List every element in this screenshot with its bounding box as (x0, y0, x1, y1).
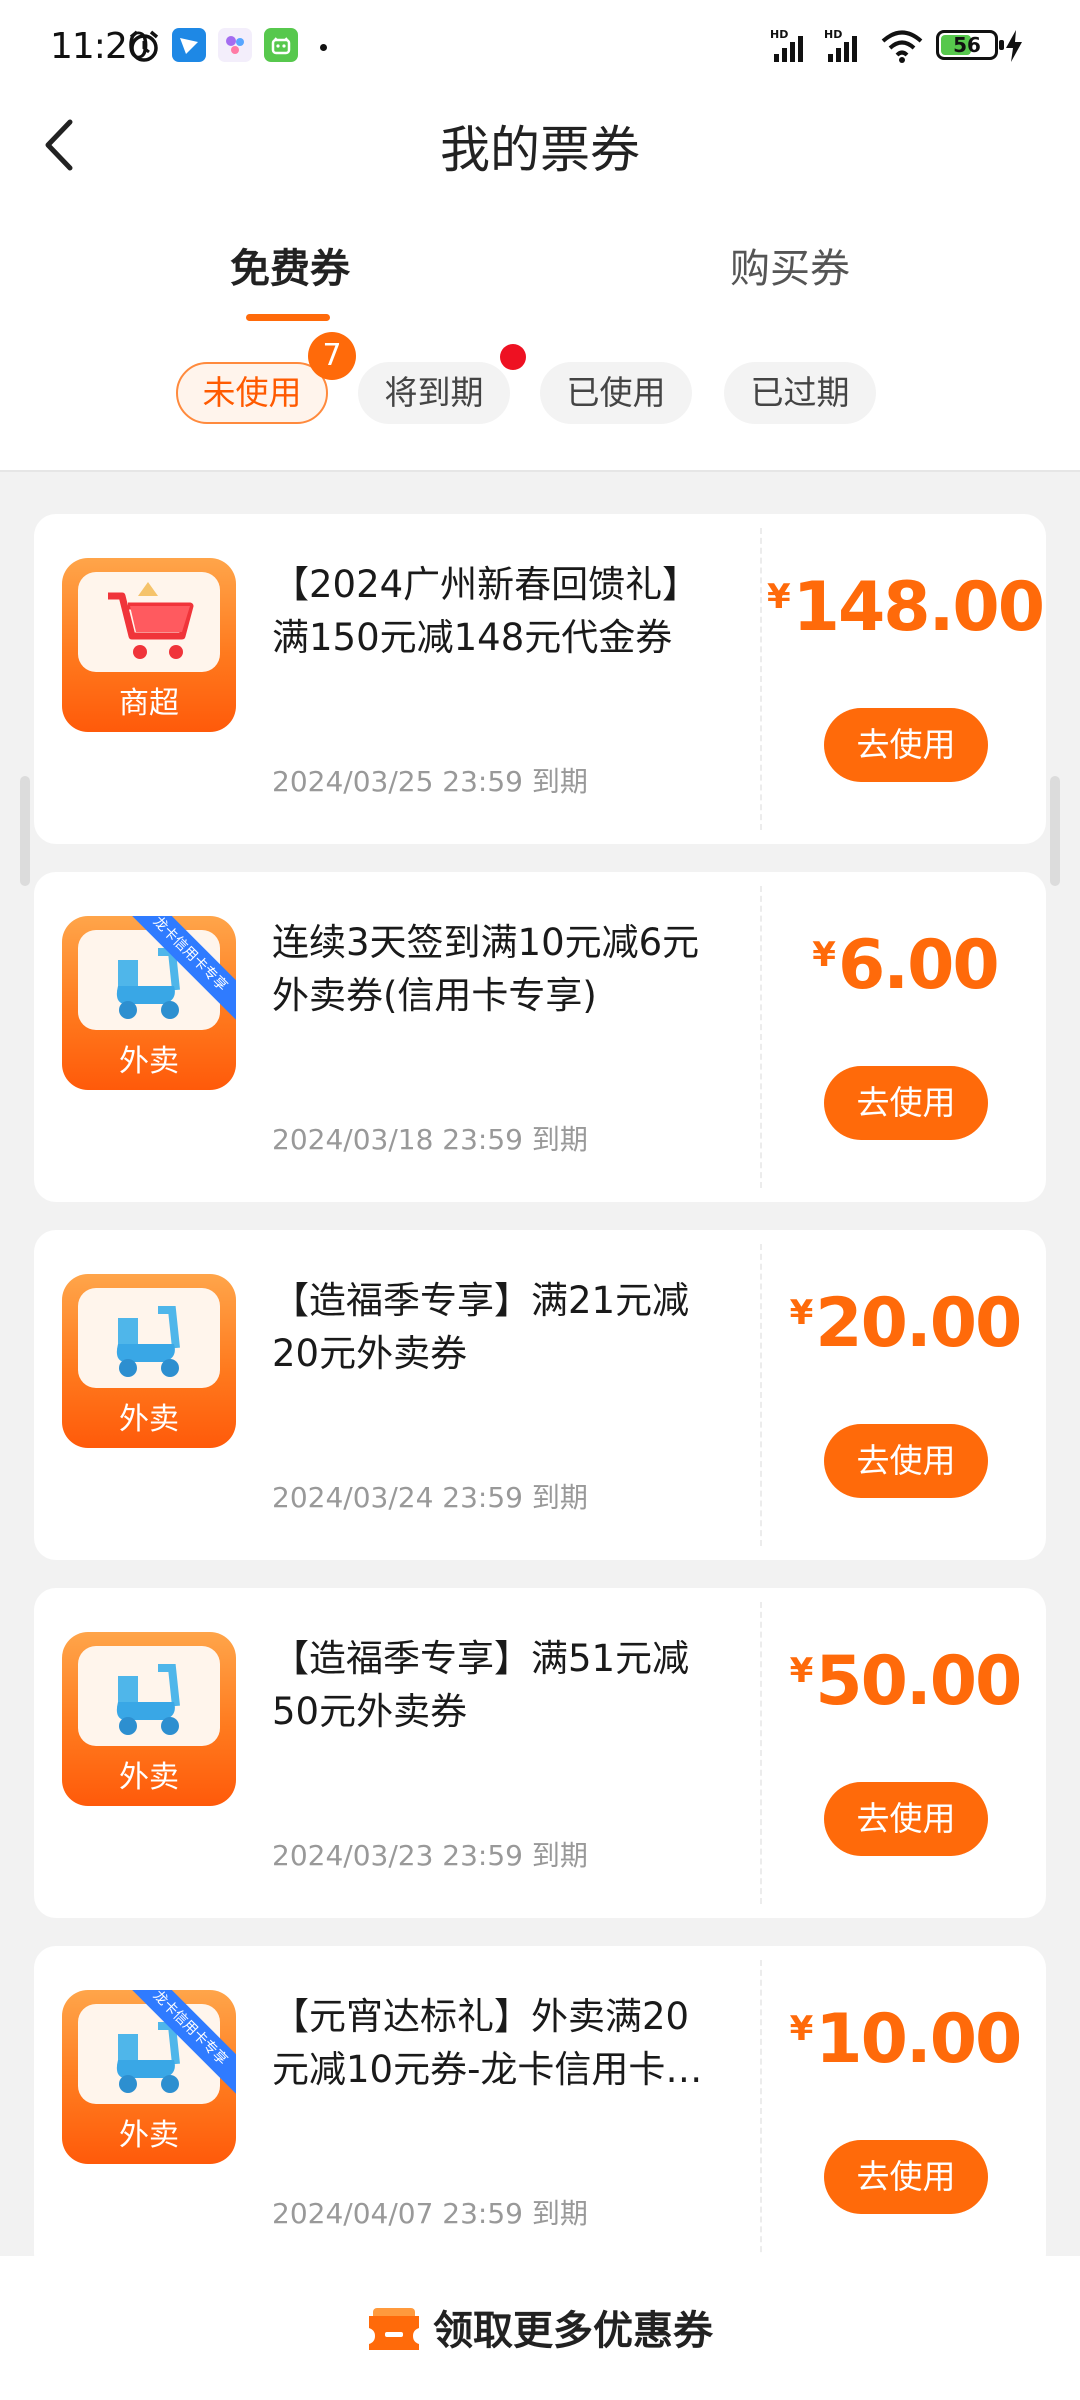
coupon-card[interactable]: 龙卡信用卡专享 外卖 连续3天签到满10元减6元 外卖券(信用卡专享) 2024… (34, 872, 1046, 1202)
filter-unused[interactable]: 未使用 (176, 362, 328, 424)
category-label: 商超 (119, 686, 179, 721)
header-area: 11:20 HD HD 56 我的票券 免费券 购买券 未使用 7 将到期 已使… (0, 0, 1080, 470)
use-coupon-button[interactable]: 去使用 (824, 2140, 988, 2214)
coupon-title-line2: 20元外卖券 (272, 1332, 468, 1375)
category-icon-delivery: 外卖 (62, 1632, 236, 1806)
category-icon-delivery: 龙卡信用卡专享 外卖 (62, 916, 236, 1090)
status-filter-bar: 未使用 7 将到期 已使用 已过期 (0, 332, 1080, 428)
coupon-card[interactable]: 外卖 【造福季专享】满51元减 50元外卖券 2024/03/23 23:59 … (34, 1588, 1046, 1918)
scooter-icon (116, 1664, 180, 1735)
page-title: 我的票券 (440, 121, 640, 179)
coupon-card[interactable]: 商超 【2024广州新春回馈礼】 满150元减148元代金券 2024/03/2… (34, 514, 1046, 844)
charging-icon (1006, 30, 1022, 62)
coupon-divider (760, 528, 762, 830)
coupon-title-line1: 【元宵达标礼】外卖满20 (272, 1995, 690, 2038)
battery-icon: 56 (936, 30, 1004, 60)
coupon-title-line2: 50元外卖券 (272, 1690, 468, 1733)
scooter-icon (116, 1306, 180, 1377)
category-icon-delivery: 外卖 (62, 1274, 236, 1448)
coupon-title: 【造福季专享】满21元减 20元外卖券 (272, 1274, 762, 1380)
category-label: 外卖 (119, 1044, 179, 1079)
header-divider (0, 470, 1080, 472)
coupon-title-line1: 连续3天签到满10元减6元 (272, 921, 700, 964)
currency-symbol: ¥ (812, 935, 836, 975)
amount-value: 148.00 (792, 568, 1045, 647)
cart-icon (108, 582, 194, 659)
filter-used[interactable]: 已使用 (540, 362, 692, 424)
assistant-app-icon (218, 28, 252, 62)
category-label: 外卖 (119, 1402, 179, 1437)
currency-symbol: ¥ (789, 1651, 814, 1691)
coupon-divider (760, 886, 762, 1188)
tab-purchased-coupons[interactable]: 购买券 (640, 236, 940, 294)
filter-expiring[interactable]: 将到期 (358, 362, 510, 424)
coupon-divider (760, 1602, 762, 1904)
coupon-card[interactable]: 龙卡信用卡专享 外卖 【元宵达标礼】外卖满20 元减10元券-龙卡信用卡… 20… (34, 1946, 1046, 2276)
category-label: 外卖 (119, 1760, 179, 1795)
coupon-expiry: 2024/03/24 23:59 到期 (272, 1481, 588, 1514)
nav-bar: 我的票券 (0, 96, 1080, 196)
coupon-amount: ¥50.00 (764, 1642, 1046, 1721)
right-edge-handle (1050, 776, 1060, 886)
amount-value: 10.00 (815, 2000, 1022, 2079)
battery-level: 56 (953, 33, 981, 57)
coupon-amount: ¥20.00 (764, 1284, 1046, 1363)
status-bar: 11:20 HD HD 56 (0, 0, 1080, 96)
coupon-title-line2: 元减10元券-龙卡信用卡… (272, 2048, 703, 2091)
wifi-icon (881, 30, 923, 63)
coupon-amount: ¥148.00 (764, 568, 1046, 647)
coupon-divider (760, 1960, 762, 2262)
coupon-title-line2: 外卖券(信用卡专享) (272, 974, 597, 1017)
network-label-1: HD (770, 28, 788, 41)
signal-icon: HD HD (770, 28, 857, 62)
use-coupon-button[interactable]: 去使用 (824, 1782, 988, 1856)
tab-free-coupons[interactable]: 免费券 (140, 236, 440, 294)
get-more-coupons-button[interactable]: 领取更多优惠券 (0, 2298, 1080, 2356)
coupon-amount: ¥10.00 (764, 2000, 1046, 2079)
ticket-icon (369, 2308, 419, 2350)
coupon-card[interactable]: 外卖 【造福季专享】满21元减 20元外卖券 2024/03/24 23:59 … (34, 1230, 1046, 1560)
coupon-divider (760, 1244, 762, 1546)
expiring-red-dot (500, 344, 526, 370)
use-coupon-button[interactable]: 去使用 (824, 708, 988, 782)
coupon-amount: ¥6.00 (764, 926, 1046, 1005)
coupon-expiry: 2024/04/07 23:59 到期 (272, 2197, 588, 2230)
coupon-title-line2: 满150元减148元代金券 (272, 616, 673, 659)
amount-value: 20.00 (815, 1284, 1022, 1363)
bottom-bar: 领取更多优惠券 (0, 2256, 1080, 2400)
unused-count-badge: 7 (308, 332, 356, 380)
currency-symbol: ¥ (766, 577, 791, 617)
alarm-icon (129, 30, 159, 62)
get-more-coupons-label: 领取更多优惠券 (433, 2308, 713, 2354)
coupon-expiry: 2024/03/18 23:59 到期 (272, 1123, 588, 1156)
tab-active-indicator (246, 314, 330, 321)
android-app-icon (264, 28, 298, 62)
coupon-title: 连续3天签到满10元减6元 外卖券(信用卡专享) (272, 916, 762, 1022)
coupon-title-line1: 【2024广州新春回馈礼】 (272, 563, 700, 606)
use-coupon-button[interactable]: 去使用 (824, 1424, 988, 1498)
coupon-title-line1: 【造福季专享】满21元减 (272, 1279, 690, 1322)
currency-symbol: ¥ (789, 1293, 814, 1333)
category-icon-supermarket: 商超 (62, 558, 236, 732)
dot-icon (320, 44, 327, 51)
category-icon-delivery: 龙卡信用卡专享 外卖 (62, 1990, 236, 2164)
coupon-expiry: 2024/03/23 23:59 到期 (272, 1839, 588, 1872)
category-label: 外卖 (119, 2118, 179, 2153)
coupon-title: 【2024广州新春回馈礼】 满150元减148元代金券 (272, 558, 762, 664)
amount-value: 6.00 (837, 926, 1000, 1005)
amount-value: 50.00 (815, 1642, 1022, 1721)
currency-symbol: ¥ (789, 2009, 814, 2049)
network-label-2: HD (824, 28, 842, 41)
left-edge-handle (20, 776, 30, 886)
coupon-title: 【元宵达标礼】外卖满20 元减10元券-龙卡信用卡… (272, 1990, 762, 2096)
coupon-title: 【造福季专享】满51元减 50元外卖券 (272, 1632, 762, 1738)
filter-expired[interactable]: 已过期 (724, 362, 876, 424)
use-coupon-button[interactable]: 去使用 (824, 1066, 988, 1140)
coupon-expiry: 2024/03/25 23:59 到期 (272, 765, 588, 798)
coupon-title-line1: 【造福季专享】满51元减 (272, 1637, 690, 1680)
coupon-tabs: 免费券 购买券 (0, 220, 1080, 321)
feishu-app-icon (172, 28, 206, 62)
